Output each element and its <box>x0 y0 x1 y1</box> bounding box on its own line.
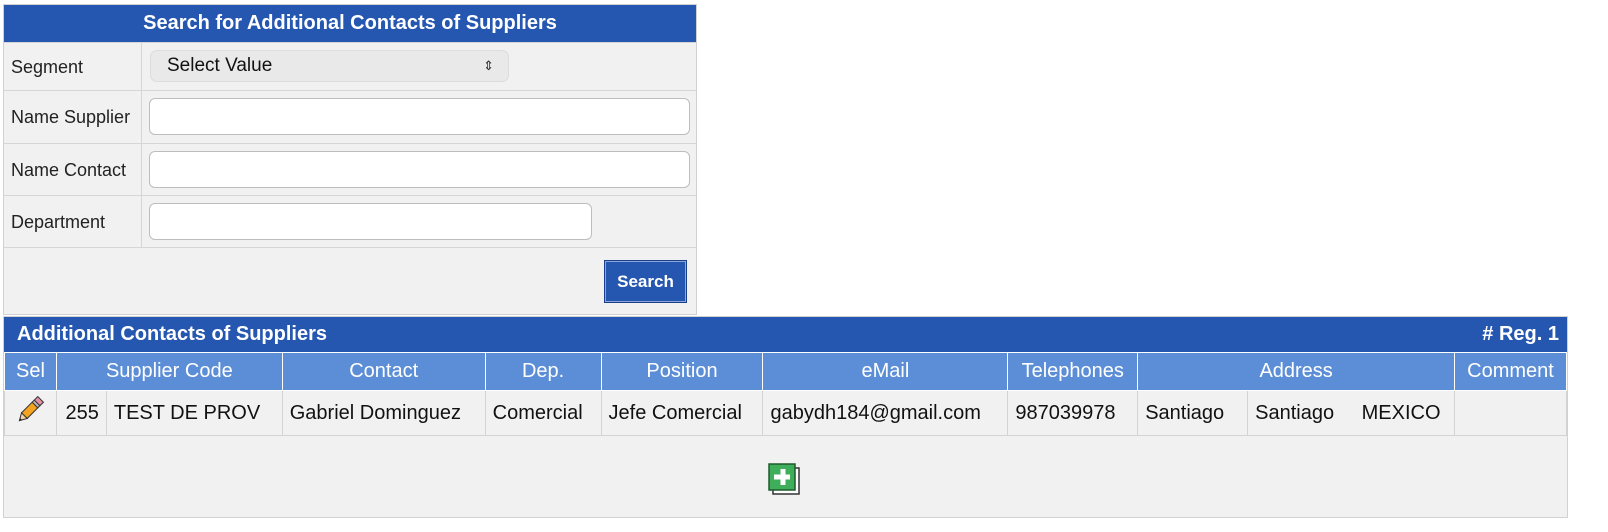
col-header-sel[interactable]: Sel <box>4 352 57 391</box>
chevron-up-down-icon: ⇕ <box>483 58 494 73</box>
name-contact-row: Name Contact <box>4 143 696 196</box>
pencil-icon[interactable] <box>14 394 46 426</box>
results-table: Sel Supplier Code Contact Dep. Position … <box>4 352 1567 436</box>
department-label: Department <box>4 196 142 248</box>
address-region: Santiago <box>1255 401 1335 424</box>
address-country: MEXICO <box>1361 401 1441 424</box>
select-cell[interactable] <box>4 390 57 436</box>
add-record-icon[interactable] <box>767 462 801 496</box>
address-region-country-cell: Santiago MEXICO <box>1247 390 1456 436</box>
department-input[interactable] <box>149 203 592 240</box>
segment-row: Segment Select Value ⇕ <box>4 42 696 91</box>
segment-label: Segment <box>4 43 142 91</box>
col-header-supplier-code[interactable]: Supplier Code <box>55 352 283 391</box>
col-header-address[interactable]: Address <box>1137 352 1456 391</box>
col-header-position[interactable]: Position <box>600 352 764 391</box>
telephones-cell: 987039978 <box>1007 390 1139 436</box>
results-panel: Additional Contacts of Suppliers # Reg. … <box>3 316 1568 518</box>
email-cell: gabydh184@gmail.com <box>762 390 1009 436</box>
department-cell: Comercial <box>484 390 602 436</box>
position-cell: Jefe Comercial <box>600 390 764 436</box>
table-header-row: Sel Supplier Code Contact Dep. Position … <box>4 352 1567 391</box>
department-row: Department <box>4 195 696 248</box>
segment-select-value: Select Value <box>167 55 273 76</box>
col-header-contact[interactable]: Contact <box>281 352 486 391</box>
name-contact-input[interactable] <box>149 151 690 188</box>
name-supplier-input[interactable] <box>149 98 690 135</box>
address-city-cell: Santiago <box>1137 390 1249 436</box>
segment-select[interactable]: Select Value ⇕ <box>150 50 509 82</box>
supplier-code-cell: 255 <box>55 390 107 436</box>
table-row: 255 TEST DE PROV Gabriel Dominguez Comer… <box>4 390 1567 436</box>
results-title: Additional Contacts of Suppliers <box>17 323 328 345</box>
name-supplier-row: Name Supplier <box>4 90 696 144</box>
search-panel: Search for Additional Contacts of Suppli… <box>3 4 697 315</box>
results-titlebar: Additional Contacts of Suppliers # Reg. … <box>4 317 1567 352</box>
record-count: # Reg. 1 <box>1482 323 1559 345</box>
col-header-dep[interactable]: Dep. <box>484 352 602 391</box>
name-supplier-label: Name Supplier <box>4 91 142 144</box>
search-panel-title: Search for Additional Contacts of Suppli… <box>4 5 696 42</box>
col-header-email[interactable]: eMail <box>762 352 1009 391</box>
actions-row <box>4 247 696 315</box>
name-contact-label: Name Contact <box>4 144 142 196</box>
contact-cell: Gabriel Dominguez <box>281 390 486 436</box>
supplier-name-cell: TEST DE PROV <box>105 390 283 436</box>
comment-cell <box>1454 390 1567 436</box>
search-button[interactable]: Search <box>604 260 687 303</box>
col-header-comment[interactable]: Comment <box>1454 352 1567 391</box>
col-header-telephones[interactable]: Telephones <box>1007 352 1139 391</box>
